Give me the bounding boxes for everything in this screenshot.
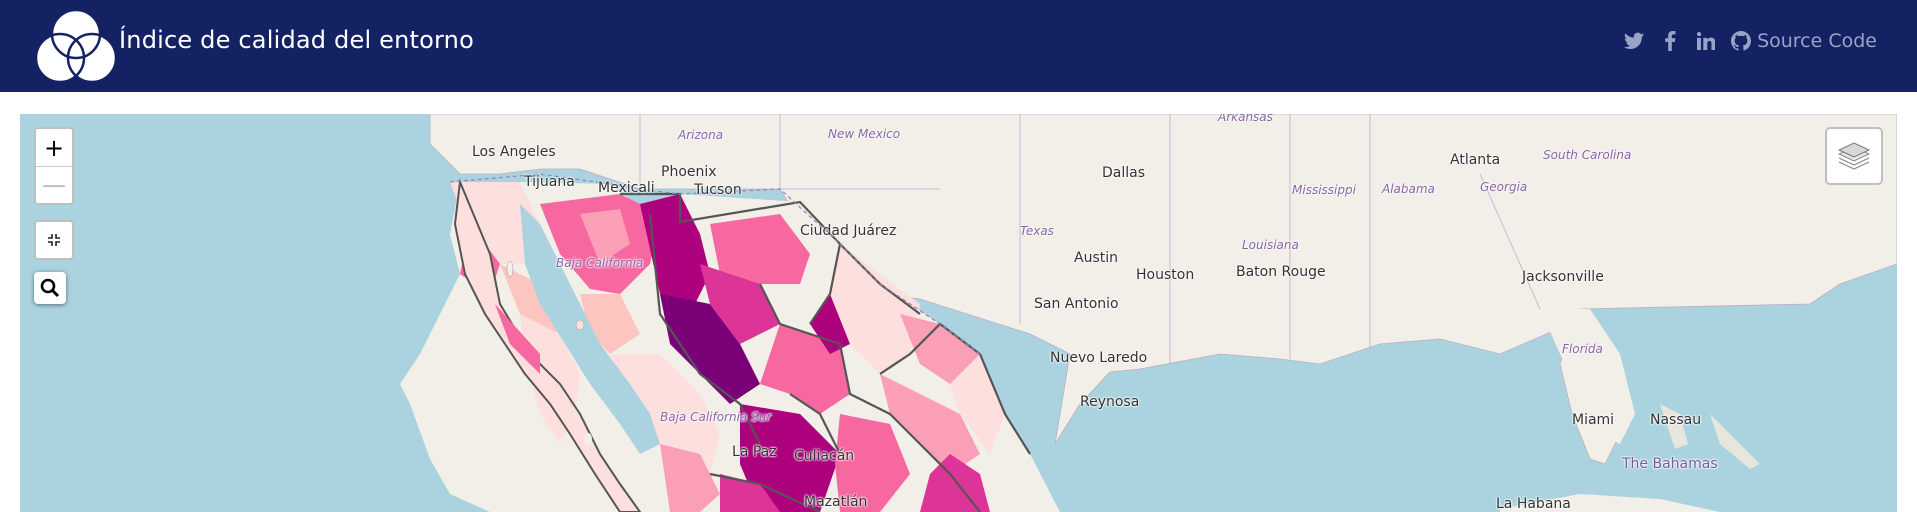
map-label: Louisiana (1242, 238, 1299, 252)
navbar: Índice de calidad del entorno Source Cod… (0, 0, 1917, 92)
map-label: Austin (1074, 250, 1118, 266)
map-label: Baja California Sur (660, 410, 772, 424)
map-label: Tijuana (524, 174, 575, 190)
search-icon (40, 278, 60, 298)
search-button[interactable] (34, 272, 66, 304)
map-label: Georgia (1480, 180, 1528, 194)
map-label: Ciudad Juárez (800, 223, 897, 239)
map-label: Dallas (1102, 165, 1146, 181)
map-label: Mazatlán (804, 494, 868, 510)
map-label: Mexicali (598, 180, 655, 196)
map-label: Houston (1136, 267, 1195, 283)
layers-icon (1837, 142, 1871, 170)
facebook-icon[interactable] (1659, 30, 1681, 52)
fullscreen-exit-button[interactable] (34, 220, 74, 260)
map-label: La Paz (732, 444, 777, 460)
map-label: Tucson (694, 182, 742, 198)
github-icon (1731, 31, 1752, 51)
logo-icon (36, 8, 116, 84)
map-label: South Carolina (1543, 148, 1632, 162)
map-label: Baja California (556, 256, 644, 270)
map-label: Nuevo Laredo (1050, 350, 1148, 366)
map-label: Atlanta (1450, 152, 1501, 168)
map-label: Alabama (1382, 182, 1435, 196)
map-label: Phoenix (661, 164, 717, 180)
app-title[interactable]: Índice de calidad del entorno (119, 26, 474, 54)
map-container[interactable]: Los Angeles Arizona New Mexico Arkansas … (20, 114, 1897, 512)
collapse-icon (48, 234, 60, 246)
map-label: San Antonio (1034, 296, 1119, 312)
linkedin-icon[interactable] (1695, 30, 1717, 52)
layers-control-button[interactable] (1825, 127, 1883, 185)
map-label: Florida (1562, 342, 1603, 356)
map-tiles (400, 114, 1897, 512)
social-links: Source Code (1623, 30, 1877, 52)
map-label: Nassau (1650, 412, 1702, 428)
map-label: New Mexico (828, 127, 901, 141)
map-label: Culiacán (794, 448, 855, 464)
map-label: Texas (1020, 224, 1054, 238)
map-label: La Habana (1496, 496, 1571, 512)
zoom-control: + — (34, 127, 74, 205)
brand-logo[interactable] (36, 8, 116, 84)
twitter-icon[interactable] (1623, 30, 1645, 52)
map-label: Arkansas (1218, 114, 1273, 124)
zoom-in-button[interactable]: + (36, 129, 72, 166)
map-label: Los Angeles (472, 144, 556, 160)
map-label: Arizona (678, 128, 724, 142)
zoom-out-button[interactable]: — (36, 166, 72, 203)
map-label: Baton Rouge (1236, 264, 1326, 280)
map-label: The Bahamas (1622, 456, 1718, 472)
map-label: Mississippi (1292, 183, 1356, 197)
source-code-label: Source Code (1757, 30, 1877, 52)
map-label: Miami (1572, 412, 1615, 428)
source-code-link[interactable]: Source Code (1731, 30, 1877, 52)
map-label: Reynosa (1080, 394, 1140, 410)
map-label: Jacksonville (1522, 269, 1604, 285)
